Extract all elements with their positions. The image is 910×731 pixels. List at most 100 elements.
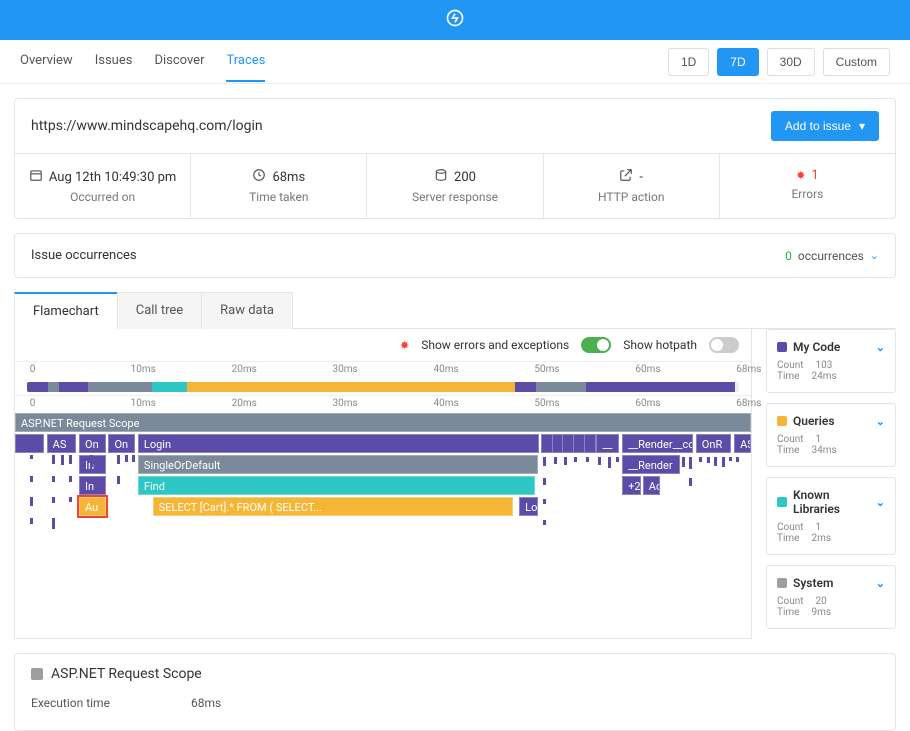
flame-span[interactable]: SELECT [Cart].* FROM ( SELECT... [153, 497, 514, 516]
time-value: 34ms [811, 445, 836, 456]
flame-sliver [69, 455, 72, 464]
flame-span[interactable]: +26 [622, 476, 641, 495]
chevron-down-icon[interactable]: ⌄ [876, 496, 885, 509]
count-value: 20 [816, 596, 827, 607]
flame-sliver [689, 478, 692, 486]
ruler-tick: 10ms [131, 398, 156, 409]
ruler-tick: 0 [30, 364, 36, 375]
flame-sliver [722, 457, 725, 467]
range-30d[interactable]: 30D [767, 48, 815, 76]
flame-sliver [52, 455, 55, 464]
count-label: Count [777, 434, 804, 445]
tab-flamechart[interactable]: Flamechart [14, 292, 118, 329]
chevron-down-icon[interactable]: ⌄ [876, 577, 885, 590]
chevron-down-icon: ▾ [859, 119, 865, 133]
time-label: Time [777, 445, 799, 456]
range-7d[interactable]: 7D [717, 48, 758, 76]
flame-span[interactable]: Au [79, 497, 105, 516]
flame-sliver [52, 518, 55, 529]
flame-span[interactable]: AS [47, 434, 76, 453]
chevron-down-icon[interactable]: ⌄ [876, 415, 885, 428]
occurrences-number: 0 [785, 249, 792, 263]
legend-item-queries[interactable]: Queries⌄Count1Time34ms [766, 403, 896, 467]
flame-sliver [543, 457, 546, 466]
show-errors-toggle[interactable] [581, 337, 611, 353]
flame-span[interactable]: Find [138, 476, 535, 495]
flame-span[interactable] [15, 434, 44, 453]
flame-span[interactable] [584, 434, 596, 453]
flame-sliver [132, 455, 135, 462]
flame-sliver [30, 518, 33, 524]
time-label: Time [777, 371, 799, 382]
minimap-segment [515, 382, 536, 392]
category-legend: My Code⌄Count103Time24msQueries⌄Count1Ti… [766, 329, 896, 639]
flame-sliver [707, 457, 710, 463]
legend-item-system[interactable]: System⌄Count20Time9ms [766, 565, 896, 629]
ruler-tick: 40ms [433, 398, 458, 409]
minimap-segment [187, 382, 515, 392]
time-value: 9ms [811, 607, 831, 618]
flame-rows[interactable]: ASP.NET Request ScopeASOnOnLogin____Rend… [15, 413, 751, 600]
tab-overview[interactable]: Overview [20, 41, 73, 82]
time-value: 2ms [811, 533, 831, 544]
trace-url: https://www.mindscapehq.com/login [31, 118, 263, 134]
minimap-segment [59, 382, 87, 392]
flame-span[interactable]: __Render__con [622, 434, 693, 453]
chevron-down-icon[interactable]: ⌄ [876, 341, 885, 354]
flame-sliver [30, 497, 33, 506]
ruler-tick: 0 [30, 398, 36, 409]
legend-item-known-libraries[interactable]: Known Libraries⌄Count1Time2ms [766, 477, 896, 555]
tab-traces[interactable]: Traces [226, 41, 265, 82]
tab-discover[interactable]: Discover [154, 41, 204, 82]
metrics-row: Aug 12th 10:49:30 pmOccurred on68msTime … [15, 153, 895, 218]
metric-server-response: 200Server response [367, 154, 543, 218]
clock-icon [252, 168, 266, 186]
flame-span[interactable]: AS [734, 434, 751, 453]
flame-span[interactable]: Ac [643, 476, 661, 495]
flame-sliver [543, 520, 546, 525]
tab-rawdata[interactable]: Raw data [201, 292, 293, 329]
swatch-icon [777, 578, 787, 588]
tab-issues[interactable]: Issues [95, 41, 133, 82]
flamechart-area: ✸ Show errors and exceptions Show hotpat… [14, 329, 752, 639]
count-value: 1 [816, 522, 822, 533]
add-to-issue-button[interactable]: Add to issue ▾ [771, 111, 879, 141]
flame-span[interactable]: __ [596, 434, 618, 453]
flame-span[interactable]: On [108, 434, 134, 453]
minimap-segment [152, 382, 188, 392]
range-1d[interactable]: 1D [668, 48, 709, 76]
flame-sliver [90, 455, 93, 467]
legend-item-my-code[interactable]: My Code⌄Count103Time24ms [766, 329, 896, 393]
tab-calltree[interactable]: Call tree [117, 292, 202, 329]
metric-errors: ✸1Errors [720, 154, 895, 218]
flame-sliver [30, 455, 33, 459]
minimap-segment [88, 382, 152, 392]
flame-span[interactable]: Lo [519, 497, 537, 516]
range-custom[interactable]: Custom [823, 48, 890, 76]
metric-time-taken: 68msTime taken [191, 154, 367, 218]
occurrences-card: Issue occurrences 0 occurrences ⌄ [14, 233, 896, 278]
flame-sliver [729, 457, 732, 461]
minimap-segment [27, 382, 48, 392]
minimap[interactable] [27, 382, 739, 392]
flame-span[interactable]: SingleOrDefault [138, 455, 538, 474]
url-row: https://www.mindscapehq.com/login Add to… [15, 99, 895, 153]
flame-span[interactable]: ASP.NET Request Scope [15, 413, 751, 432]
execution-time-value: 68ms [191, 696, 221, 710]
minimap-segment [586, 382, 736, 392]
flame-span[interactable]: Login [138, 434, 539, 453]
flame-sliver [586, 457, 589, 462]
occurrences-count[interactable]: 0 occurrences ⌄ [785, 249, 879, 263]
minimap-segment [536, 382, 586, 392]
flame-span[interactable]: On [79, 434, 105, 453]
flame-span[interactable]: __Render [622, 455, 679, 474]
time-value: 24ms [811, 371, 836, 382]
flame-sliver [52, 476, 55, 482]
flame-sliver [543, 499, 546, 504]
flame-sliver [689, 457, 692, 469]
flame-span[interactable]: OnR [696, 434, 731, 453]
metric-occurred-on: Aug 12th 10:49:30 pmOccurred on [15, 154, 191, 218]
show-hotpath-toggle[interactable] [709, 337, 739, 353]
flame-span[interactable]: In [79, 476, 105, 495]
swatch-icon [777, 497, 787, 507]
